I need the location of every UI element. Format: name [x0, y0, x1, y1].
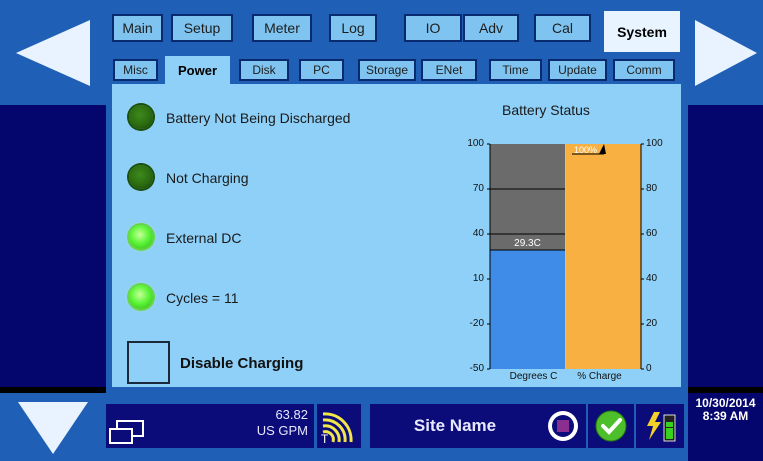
- cycles-led-icon: [129, 285, 153, 309]
- tab-main[interactable]: Main: [112, 14, 163, 42]
- cycles-label: Cycles = 11: [166, 290, 239, 306]
- flow-value: 63.82: [275, 407, 308, 422]
- left-tick-label: -50: [469, 363, 484, 374]
- app-screen: Main Setup Meter Log IO Adv Cal System M…: [0, 0, 763, 461]
- right-tick-label: 100: [646, 138, 663, 149]
- external-dc-led-icon: [129, 225, 153, 249]
- site-name-field[interactable]: Site Name: [370, 404, 540, 448]
- power-status-button[interactable]: [636, 404, 684, 448]
- time-text: 8:39 AM: [702, 409, 749, 423]
- power-panel-content: Battery Not Being Discharged Not Chargin…: [112, 84, 681, 387]
- subtab-power[interactable]: Power: [165, 56, 230, 84]
- date-text: 10/30/2014: [695, 396, 756, 410]
- right-tick-label: 60: [646, 228, 658, 239]
- category-label: Degrees C: [510, 371, 558, 381]
- subtab-pc[interactable]: PC: [299, 59, 344, 81]
- flow-unit: US GPM: [256, 423, 308, 438]
- sub-tab-bar: Misc Power Disk PC Storage ENet Time Upd…: [106, 52, 688, 84]
- tab-adv[interactable]: Adv: [463, 14, 519, 42]
- power-panel: Battery Not Being Discharged Not Chargin…: [106, 84, 688, 393]
- subtab-misc[interactable]: Misc: [113, 59, 158, 81]
- tab-system[interactable]: System: [604, 11, 680, 52]
- previous-page-button[interactable]: [0, 0, 106, 105]
- charge-value-label: 100%: [574, 145, 597, 155]
- subtab-storage[interactable]: Storage: [358, 59, 416, 81]
- left-tick-label: 70: [472, 183, 484, 194]
- left-tick-label: 10: [472, 273, 484, 284]
- left-side-panel: [0, 105, 106, 387]
- arrow-left-icon: [16, 19, 90, 86]
- signal-badge: T: [321, 432, 329, 446]
- tab-meter[interactable]: Meter: [252, 14, 312, 42]
- subtab-time[interactable]: Time: [489, 59, 542, 81]
- external-dc-label: External DC: [166, 230, 242, 246]
- checkmark-ok-icon: [595, 410, 627, 442]
- tab-log[interactable]: Log: [329, 14, 377, 42]
- signal-indicator[interactable]: T: [317, 404, 361, 448]
- window-switch-icon[interactable]: [109, 419, 145, 445]
- subtab-disk[interactable]: Disk: [239, 59, 289, 81]
- battery-charging-icon: [647, 412, 676, 442]
- temperature-value-label: 29.3C: [514, 238, 541, 249]
- arrow-right-icon: [694, 19, 757, 86]
- scroll-down-button[interactable]: [0, 393, 106, 461]
- right-tick-label: 40: [646, 273, 658, 284]
- left-tick-label: 40: [472, 228, 484, 239]
- left-tick-label: -20: [469, 318, 484, 329]
- stop-record-icon: [548, 411, 578, 441]
- battery-discharge-led-icon: [129, 105, 153, 129]
- right-tick-label: 80: [646, 183, 658, 194]
- flow-readout: 63.82 US GPM: [106, 404, 314, 448]
- temperature-bar: [490, 250, 565, 369]
- main-tab-bar: Main Setup Meter Log IO Adv Cal System: [106, 0, 688, 52]
- tab-io[interactable]: IO: [404, 14, 462, 42]
- charging-status-label: Not Charging: [166, 170, 249, 186]
- left-tick-label: 100: [467, 138, 484, 149]
- datetime-display: 10/30/2014 8:39 AM: [688, 393, 763, 461]
- status-ok-button[interactable]: [588, 404, 634, 448]
- site-name: Site Name: [413, 416, 497, 435]
- right-tick-label: 0: [646, 363, 652, 374]
- right-side-panel: [688, 105, 763, 387]
- disable-charging-checkbox[interactable]: [127, 341, 170, 384]
- status-bar: 63.82 US GPM T Site Name: [106, 393, 688, 461]
- subtab-update[interactable]: Update: [548, 59, 607, 81]
- arrow-down-icon: [18, 402, 88, 454]
- subtab-comm[interactable]: Comm: [613, 59, 675, 81]
- battery-discharge-label: Battery Not Being Discharged: [166, 110, 351, 126]
- charge-bar: [566, 144, 641, 369]
- stop-button[interactable]: [540, 404, 586, 448]
- right-tick-label: 20: [646, 318, 658, 329]
- next-page-button[interactable]: [688, 0, 763, 105]
- battery-status-chart: 29.3C 100% Degrees C % Charge: [487, 143, 644, 381]
- disable-charging-label: Disable Charging: [180, 355, 304, 372]
- tab-setup[interactable]: Setup: [171, 14, 233, 42]
- category-label: % Charge: [577, 371, 622, 381]
- charging-status-led-icon: [129, 165, 153, 189]
- chart-title: Battery Status: [502, 102, 590, 118]
- tab-cal[interactable]: Cal: [534, 14, 591, 42]
- subtab-enet[interactable]: ENet: [421, 59, 477, 81]
